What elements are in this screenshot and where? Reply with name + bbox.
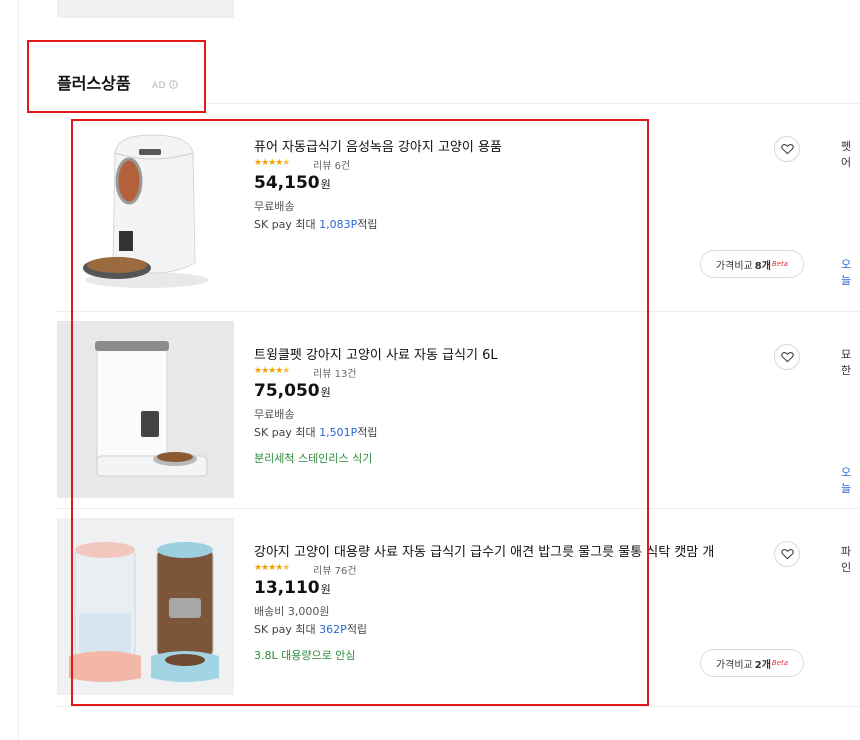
product-thumbnail[interactable] bbox=[57, 518, 234, 695]
ad-badge[interactable]: AD bbox=[152, 80, 178, 91]
shipping-info: 무료배송 bbox=[254, 408, 295, 421]
review-count[interactable]: 리뷰 6건 bbox=[313, 157, 350, 172]
item-divider bbox=[57, 508, 860, 509]
product-price: 54,150원 bbox=[254, 173, 331, 193]
wishlist-heart-button[interactable] bbox=[774, 541, 800, 567]
product-title[interactable]: 퓨어 자동급식기 음성녹음 강아지 고양이 용품 bbox=[254, 136, 502, 155]
side-store-name[interactable]: 파인 bbox=[841, 543, 860, 575]
product-item[interactable]: 트윙클펫 강아지 고양이 사료 자동 급식기 6L ★★★★★ 리뷰 13건 7… bbox=[57, 321, 860, 517]
pay-points: SK pay 최대 1,501P적립 bbox=[254, 426, 378, 439]
product-item[interactable]: 퓨어 자동급식기 음성녹음 강아지 고양이 용품 ★★★★★ 리뷰 6건 54,… bbox=[57, 113, 860, 309]
heart-icon bbox=[780, 351, 794, 363]
product-title[interactable]: 트윙클펫 강아지 고양이 사료 자동 급식기 6L bbox=[254, 344, 498, 363]
product-title[interactable]: 강아지 고양이 대용량 사료 자동 급식기 급수기 애견 밥그릇 물그릇 물통 … bbox=[254, 541, 714, 560]
product-price: 13,110원 bbox=[254, 578, 331, 598]
rating-stars-icon: ★★★★★ bbox=[254, 158, 290, 168]
side-store-name[interactable]: 펫어 bbox=[841, 138, 860, 170]
shipping-info: 배송비 3,000원 bbox=[254, 605, 330, 618]
pay-points: SK pay 최대 1,083P적립 bbox=[254, 218, 378, 231]
rating-stars-icon: ★★★★★ bbox=[254, 563, 290, 573]
section-title: 플러스상품 bbox=[57, 74, 131, 93]
rating-stars-icon: ★★★★★ bbox=[254, 366, 290, 376]
price-compare-button[interactable]: 가격비교 8개 Beta bbox=[700, 250, 804, 278]
review-count[interactable]: 리뷰 13건 bbox=[313, 365, 357, 380]
product-thumbnail[interactable] bbox=[57, 113, 234, 290]
promo-text: 3.8L 대용량으로 안심 bbox=[254, 649, 356, 662]
wishlist-heart-button[interactable] bbox=[774, 344, 800, 370]
side-store-name[interactable]: 묘한 bbox=[841, 346, 860, 378]
feeder-waterer-image-icon bbox=[57, 518, 234, 695]
pay-points: SK pay 최대 362P적립 bbox=[254, 623, 368, 636]
feeder-image-icon bbox=[57, 113, 234, 290]
previous-item-thumbnail[interactable] bbox=[57, 0, 234, 18]
heart-icon bbox=[780, 143, 794, 155]
item-divider bbox=[57, 706, 860, 707]
review-count[interactable]: 리뷰 76건 bbox=[313, 562, 357, 577]
left-divider bbox=[18, 0, 19, 740]
side-delivery-link[interactable]: 오늘 bbox=[841, 256, 860, 288]
product-price: 75,050원 bbox=[254, 381, 331, 401]
side-delivery-link[interactable]: 오늘 bbox=[841, 464, 860, 496]
ad-label: AD bbox=[152, 81, 166, 91]
shipping-info: 무료배송 bbox=[254, 200, 295, 213]
product-thumbnail[interactable] bbox=[57, 321, 234, 498]
item-divider bbox=[57, 311, 860, 312]
wishlist-heart-button[interactable] bbox=[774, 136, 800, 162]
product-item[interactable]: 강아지 고양이 대용량 사료 자동 급식기 급수기 애견 밥그릇 물그릇 물통 … bbox=[57, 518, 860, 714]
heart-icon bbox=[780, 548, 794, 560]
feeder-image-icon bbox=[57, 321, 234, 498]
promo-text: 분리세척 스테인리스 식기 bbox=[254, 452, 373, 465]
section-divider bbox=[205, 103, 860, 104]
info-icon[interactable] bbox=[169, 80, 178, 89]
price-compare-button[interactable]: 가격비교 2개 Beta bbox=[700, 649, 804, 677]
